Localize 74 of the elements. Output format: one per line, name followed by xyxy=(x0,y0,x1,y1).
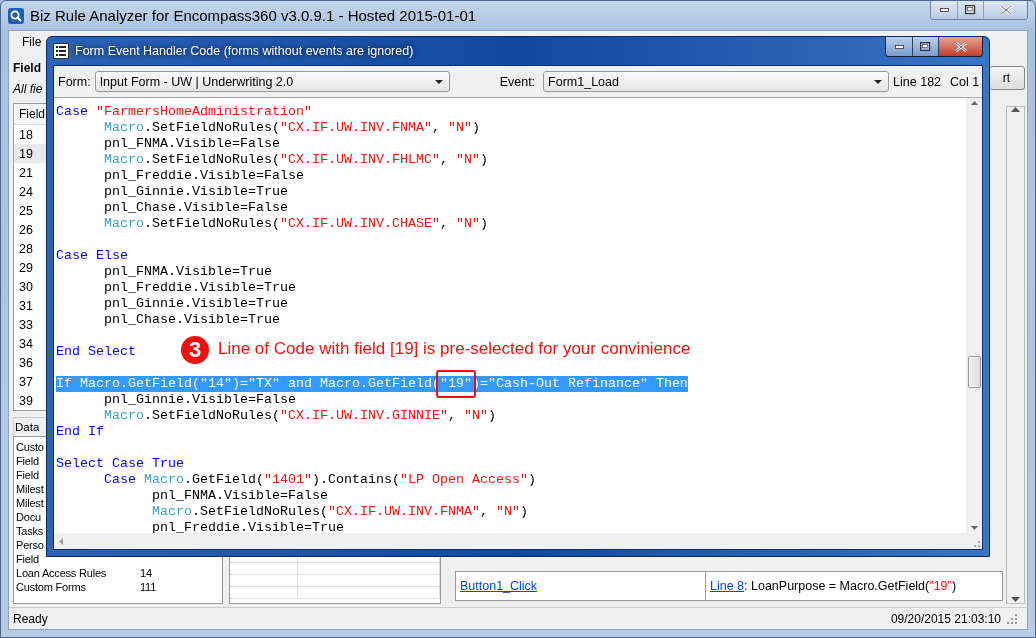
step-badge: 3 xyxy=(181,336,209,364)
caret-icon xyxy=(874,79,883,84)
list-item[interactable]: Field xyxy=(16,455,39,467)
magnifier-icon xyxy=(8,7,24,24)
minimize-button[interactable] xyxy=(931,1,957,19)
list-item[interactable]: Milest xyxy=(16,483,44,495)
field-label: Field xyxy=(13,60,41,77)
code-line[interactable]: Macro.SetFieldNoRules("CX.IF.UW.INV.CHASE", "N") xyxy=(56,216,488,232)
scrollbar[interactable] xyxy=(966,98,982,533)
code-line[interactable]: Case "FarmersHomeAdministration" xyxy=(56,104,312,120)
status-datetime: 09/20/2015 21:03:10 xyxy=(890,611,1001,626)
code-line[interactable]: pnl_FNMA.Visible=False xyxy=(56,488,328,504)
dialog-title: Form Event Handler Code (forms without events are ignored) xyxy=(75,44,415,58)
code-line[interactable]: pnl_Chase.Visible=True xyxy=(56,312,280,328)
code-line[interactable]: pnl_FNMA.Visible=False xyxy=(56,136,280,152)
code-line[interactable]: End Select xyxy=(56,344,136,360)
code-line[interactable]: Case Else xyxy=(56,248,128,264)
form-dropdown[interactable]: Input Form - UW | Underwriting 2.0 xyxy=(94,71,450,92)
code-line[interactable]: Macro.SetFieldNoRules("CX.IF.UW.INV.FNMA", "N") xyxy=(56,504,528,520)
list-item[interactable]: Field xyxy=(16,553,39,565)
minimize-icon xyxy=(894,44,904,49)
code-line[interactable]: pnl_Freddie.Visible=True xyxy=(56,280,296,296)
event-label: Event: xyxy=(499,74,536,89)
list-item[interactable]: Custom Forms xyxy=(16,581,86,593)
resize-grip-icon[interactable] xyxy=(1007,613,1017,624)
item-count: 111 xyxy=(140,581,157,593)
code-line[interactable]: Select Case True xyxy=(56,456,184,472)
event-link[interactable]: Button1_Click xyxy=(460,579,538,593)
column-number: Col 1 xyxy=(950,74,980,89)
close-icon xyxy=(954,41,967,52)
close-icon xyxy=(999,5,1012,15)
list-item[interactable]: Loan Access Rules xyxy=(16,567,107,579)
caret-icon xyxy=(434,79,443,84)
line-number: Line 182 xyxy=(893,74,942,89)
scroll-thumb[interactable] xyxy=(968,356,981,388)
horizontal-scrollbar[interactable] xyxy=(54,533,966,549)
action-button[interactable]: rt xyxy=(989,66,1025,90)
code-line[interactable]: Macro.SetFieldNoRules("CX.IF.UW.INV.FNMA", "N") xyxy=(56,120,480,136)
list-icon xyxy=(53,43,69,59)
maximize-button[interactable] xyxy=(957,1,983,19)
menu-item[interactable]: File xyxy=(19,35,45,49)
list-item[interactable]: Field xyxy=(16,469,39,481)
code-line[interactable]: pnl_Ginnie.Visible=False xyxy=(56,392,296,408)
code-line[interactable]: Macro.SetFieldNoRules("CX.IF.UW.INV.FHLMC", "N") xyxy=(56,152,488,168)
list-item[interactable]: Tasks xyxy=(16,525,44,537)
window-title: Biz Rule Analyzer for Encompass360 v3.0.9.1 - Hosted 2015-01-01 xyxy=(30,7,478,24)
field-hint: All fie xyxy=(13,81,43,98)
scroll-down-icon[interactable] xyxy=(1011,597,1020,603)
status-text: Ready xyxy=(13,611,48,626)
code-line[interactable]: pnl_Freddie.Visible=False xyxy=(56,168,304,184)
scrollbar[interactable] xyxy=(1006,106,1025,604)
list-item[interactable]: Docu xyxy=(16,511,41,523)
code-line[interactable]: pnl_Ginnie.Visible=True xyxy=(56,184,288,200)
list-item[interactable]: Custo xyxy=(16,441,44,453)
item-count: 14 xyxy=(140,567,152,579)
event-dropdown[interactable]: Form1_Load xyxy=(543,71,890,92)
code-line[interactable]: Case Macro.GetField("1401").Contains("LP Open Access") xyxy=(56,472,536,488)
maximize-button[interactable] xyxy=(912,37,938,56)
form-label: Form: xyxy=(58,74,91,89)
code-line[interactable]: pnl_Freddie.Visible=True xyxy=(56,520,344,533)
maximize-icon xyxy=(965,5,976,15)
scroll-up-icon[interactable] xyxy=(1011,107,1020,113)
close-button[interactable] xyxy=(938,37,982,56)
maximize-icon xyxy=(920,41,931,52)
list-item[interactable]: Perso xyxy=(16,539,44,551)
code-line[interactable]: pnl_FNMA.Visible=True xyxy=(56,264,272,280)
list-item[interactable]: Milest xyxy=(16,497,44,509)
code-line[interactable]: pnl_Ginnie.Visible=True xyxy=(56,296,288,312)
minimize-icon xyxy=(939,8,949,12)
annotation-text: Line of Code with field [19] is pre-selected for your convinience xyxy=(218,339,691,359)
code-snippet: : LoanPurpose = Macro.GetField("19") xyxy=(744,579,957,593)
scroll-up-icon[interactable] xyxy=(969,98,979,108)
code-line[interactable]: pnl_Chase.Visible=False xyxy=(56,200,288,216)
minimize-button[interactable] xyxy=(886,37,912,56)
